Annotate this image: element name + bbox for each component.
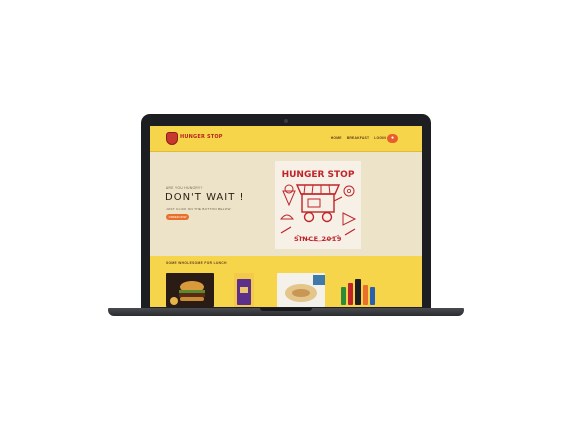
- bottle-blue: [370, 287, 375, 305]
- bottle-orange: [363, 285, 368, 305]
- bottle-green: [341, 287, 346, 305]
- order-now-button[interactable]: ORDER NOW: [166, 214, 189, 220]
- brand-logo[interactable]: HUNGER STOP: [166, 131, 222, 147]
- lettuce: [179, 290, 205, 293]
- logo-badge-icon: [166, 132, 178, 145]
- wrap-image[interactable]: [277, 273, 325, 307]
- bottle-red: [348, 283, 353, 305]
- bun-bottom: [180, 297, 204, 301]
- trackpad-notch: [260, 308, 312, 311]
- snack-bag-image[interactable]: [234, 273, 254, 307]
- menu-section: SOME WHOLESOME FOR LUNCH: [150, 256, 422, 307]
- laptop-lid: HUNGER STOP HOME BREAKFAST LOGIN ● ARE Y…: [141, 114, 431, 310]
- webcam-icon: [284, 119, 288, 123]
- main-nav: HOME BREAKFAST LOGIN: [331, 136, 386, 140]
- laptop-base: [108, 308, 464, 316]
- cart-icon[interactable]: ●: [387, 134, 398, 143]
- site-header: HUNGER STOP HOME BREAKFAST LOGIN ●: [150, 126, 422, 152]
- nav-breakfast[interactable]: BREAKFAST: [347, 136, 370, 140]
- hero-title: DON'T WAIT !: [165, 192, 245, 203]
- nav-home[interactable]: HOME: [331, 136, 342, 140]
- patty: [179, 293, 205, 297]
- drinks-image[interactable]: [338, 273, 378, 307]
- nav-login[interactable]: LOGIN: [374, 136, 386, 140]
- hero-subtitle: JUST CLICK ON THE BUTTON BELOW: [166, 207, 231, 211]
- illustration-heading: HUNGER STOP: [282, 170, 355, 180]
- bottle-black: [355, 279, 361, 305]
- wrap-napkin: [313, 275, 325, 285]
- burger-image[interactable]: [166, 273, 214, 307]
- hero-kicker: ARE YOU HUNGRY?: [166, 186, 203, 190]
- snack-label: [240, 287, 248, 293]
- menu-section-title: SOME WHOLESOME FOR LUNCH: [166, 261, 227, 265]
- laptop-screen: HUNGER STOP HOME BREAKFAST LOGIN ● ARE Y…: [150, 126, 422, 307]
- hero-section: ARE YOU HUNGRY? DON'T WAIT ! JUST CLICK …: [150, 152, 422, 256]
- food-cart-illustration: HUNGER STOP SINCE 2019: [275, 161, 361, 249]
- fries-pile: [170, 297, 178, 305]
- brand-name: HUNGER STOP: [180, 134, 223, 140]
- illustration-footer: SINCE 2019: [294, 235, 342, 243]
- wrap-filling: [292, 289, 310, 297]
